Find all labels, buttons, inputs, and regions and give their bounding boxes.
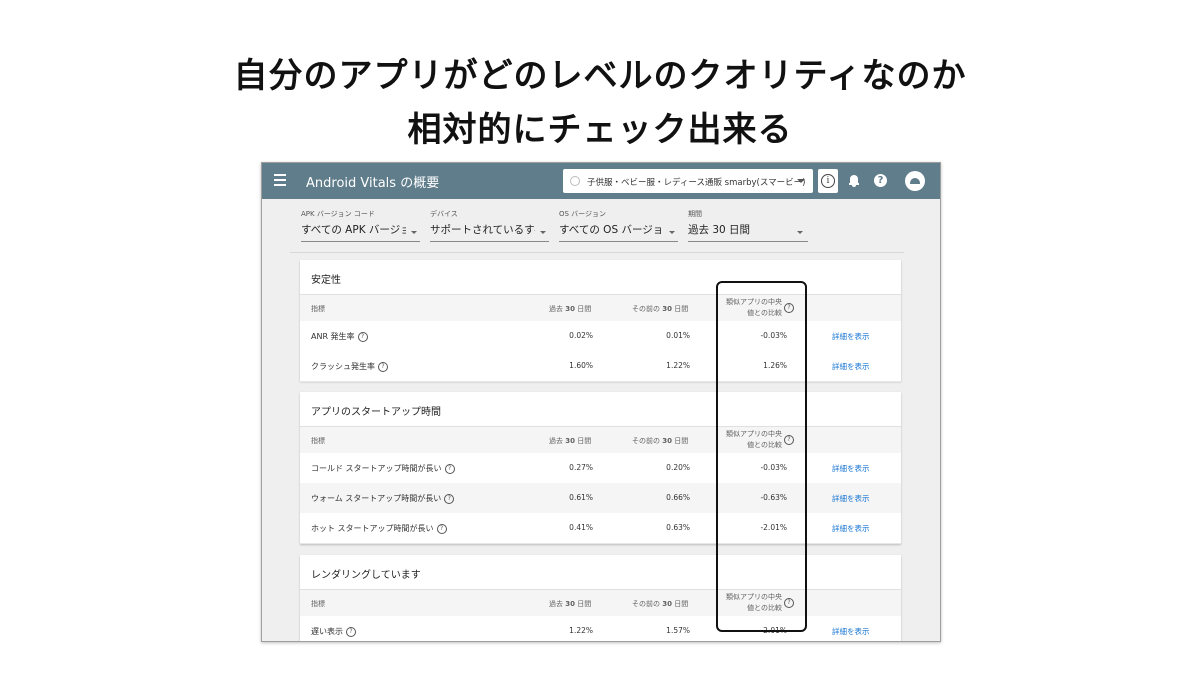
value-last-30: 0.41% [569,523,593,532]
section-title: 安定性 [311,275,341,286]
filter-apk-version[interactable]: APK バージョン コード すべての APK バージョ [301,209,420,242]
view-details-link[interactable]: 詳細を表示 [832,361,870,372]
help-icon[interactable]: ? [357,331,368,342]
table-header: 指標 過去 30 日間 その前の 30 日間 類似アプリの中央 値との比較? [300,294,901,322]
divider [290,252,904,253]
page-title: Android Vitals の概要 [306,176,440,191]
filter-label: 期間 [688,210,702,218]
column-last-30-days: 過去 30 日間 [549,437,592,445]
column-metric: 指標 [311,600,325,608]
value-last-30: 0.27% [569,463,593,472]
table-row: ホット スタートアップ時間が長い? 0.41% 0.63% -2.01% 詳細を… [300,513,901,544]
table-row: ANR 発生率? 0.02% 0.01% -0.03% 詳細を表示 [300,321,901,352]
headline-line-1: 自分のアプリがどのレベルのクオリティなのか [233,56,967,96]
section-title: レンダリングしています [311,570,421,581]
view-details-link[interactable]: 詳細を表示 [832,523,870,534]
value-prev-30: 0.63% [666,523,690,532]
section-title: アプリのスタートアップ時間 [311,407,441,418]
metric-name: ANR 発生率? [311,331,368,342]
app-info-button[interactable]: i [818,169,838,193]
table-row: ウォーム スタートアップ時間が長い? 0.61% 0.66% -0.63% 詳細… [300,483,901,514]
dropdown-arrow-icon [669,231,675,234]
table-row: クラッシュ発生率? 1.60% 1.22% 1.26% 詳細を表示 [300,351,901,382]
headline-line-2: 相対的にチェック出来る [407,110,793,150]
filter-label: OS バージョン [559,210,607,218]
column-previous-30-days: その前の 30 日間 [632,437,689,445]
section-startup-time: アプリのスタートアップ時間 指標 過去 30 日間 その前の 30 日間 類似ア… [300,392,901,544]
help-icon[interactable]: ? [436,523,447,534]
value-prev-30: 0.66% [666,493,690,502]
value-prev-30: 0.01% [666,331,690,340]
info-icon: i [821,174,835,188]
view-details-link[interactable]: 詳細を表示 [832,463,870,474]
table-row: コールド スタートアップ時間が長い? 0.27% 0.20% -0.03% 詳細… [300,453,901,484]
android-icon [910,178,920,184]
filter-label: APK バージョン コード [301,210,375,218]
filter-value: すべての OS バージョン [559,224,664,236]
metric-name: ホット スタートアップ時間が長い? [311,523,447,534]
section-stability: 安定性 指標 過去 30 日間 その前の 30 日間 類似アプリの中央 値との比較… [300,260,901,382]
value-last-30: 0.61% [569,493,593,502]
avatar[interactable] [905,171,925,191]
metric-name: ウォーム スタートアップ時間が長い? [311,493,455,504]
help-icon[interactable]: ? [346,626,356,637]
column-previous-30-days: その前の 30 日間 [632,600,689,608]
help-icon[interactable]: ? [444,463,455,474]
metric-name: 遅い表示? [311,626,356,637]
app-logo-icon [570,176,580,186]
column-metric: 指標 [311,437,325,445]
view-details-link[interactable]: 詳細を表示 [832,626,870,637]
bell-icon[interactable] [849,174,859,188]
column-metric: 指標 [311,305,325,313]
dropdown-arrow-icon [411,231,417,234]
filter-label: デバイス [430,210,458,218]
section-rendering: レンダリングしています 指標 過去 30 日間 その前の 30 日間 類似アプリ… [300,555,901,641]
column-last-30-days: 過去 30 日間 [549,305,592,313]
value-prev-30: 1.22% [666,361,690,370]
column-previous-30-days: その前の 30 日間 [632,305,689,313]
help-icon[interactable]: ? [378,361,388,372]
peer-comparison-highlight [716,281,807,632]
value-last-30: 0.02% [569,331,593,340]
dropdown-arrow-icon [797,231,803,234]
help-icon[interactable]: ? [444,493,455,504]
metric-name: クラッシュ発生率? [311,361,388,372]
android-vitals-screen: Android Vitals の概要 子供服・ベビー服・レディース通販 smar… [261,162,941,642]
app-bar: Android Vitals の概要 子供服・ベビー服・レディース通販 smar… [262,163,940,199]
value-last-30: 1.60% [569,361,593,370]
filter-value: 過去 30 日間 [688,224,751,236]
filter-bar: APK バージョン コード すべての APK バージョ デバイス サポートされて… [262,199,940,253]
value-last-30: 1.22% [569,626,593,635]
column-last-30-days: 過去 30 日間 [549,600,592,608]
filter-device[interactable]: デバイス サポートされているすべ [430,209,549,242]
dropdown-arrow-icon [540,231,546,234]
value-prev-30: 1.57% [666,626,690,635]
chevron-down-icon [797,179,805,183]
metric-name: コールド スタートアップ時間が長い? [311,463,455,474]
filter-value: サポートされているすべ [430,224,535,236]
filter-period[interactable]: 期間 過去 30 日間 [688,209,808,242]
app-selector-label: 子供服・ベビー服・レディース通販 smarby(スマービー) [587,178,806,188]
menu-icon[interactable] [274,171,290,191]
view-details-link[interactable]: 詳細を表示 [832,331,870,342]
table-header: 指標 過去 30 日間 その前の 30 日間 類似アプリの中央 値との比較? [300,426,901,454]
value-prev-30: 0.20% [666,463,690,472]
filter-value: すべての APK バージョ [301,224,406,236]
help-icon[interactable]: ? [874,174,887,187]
app-selector[interactable]: 子供服・ベビー服・レディース通販 smarby(スマービー) [563,169,813,193]
table-row: 遅い表示? 1.22% 1.57% -2.01% 詳細を表示 [300,616,901,641]
table-header: 指標 過去 30 日間 その前の 30 日間 類似アプリの中央 値との比較? [300,589,901,617]
view-details-link[interactable]: 詳細を表示 [832,493,870,504]
filter-os-version[interactable]: OS バージョン すべての OS バージョン [559,209,678,242]
